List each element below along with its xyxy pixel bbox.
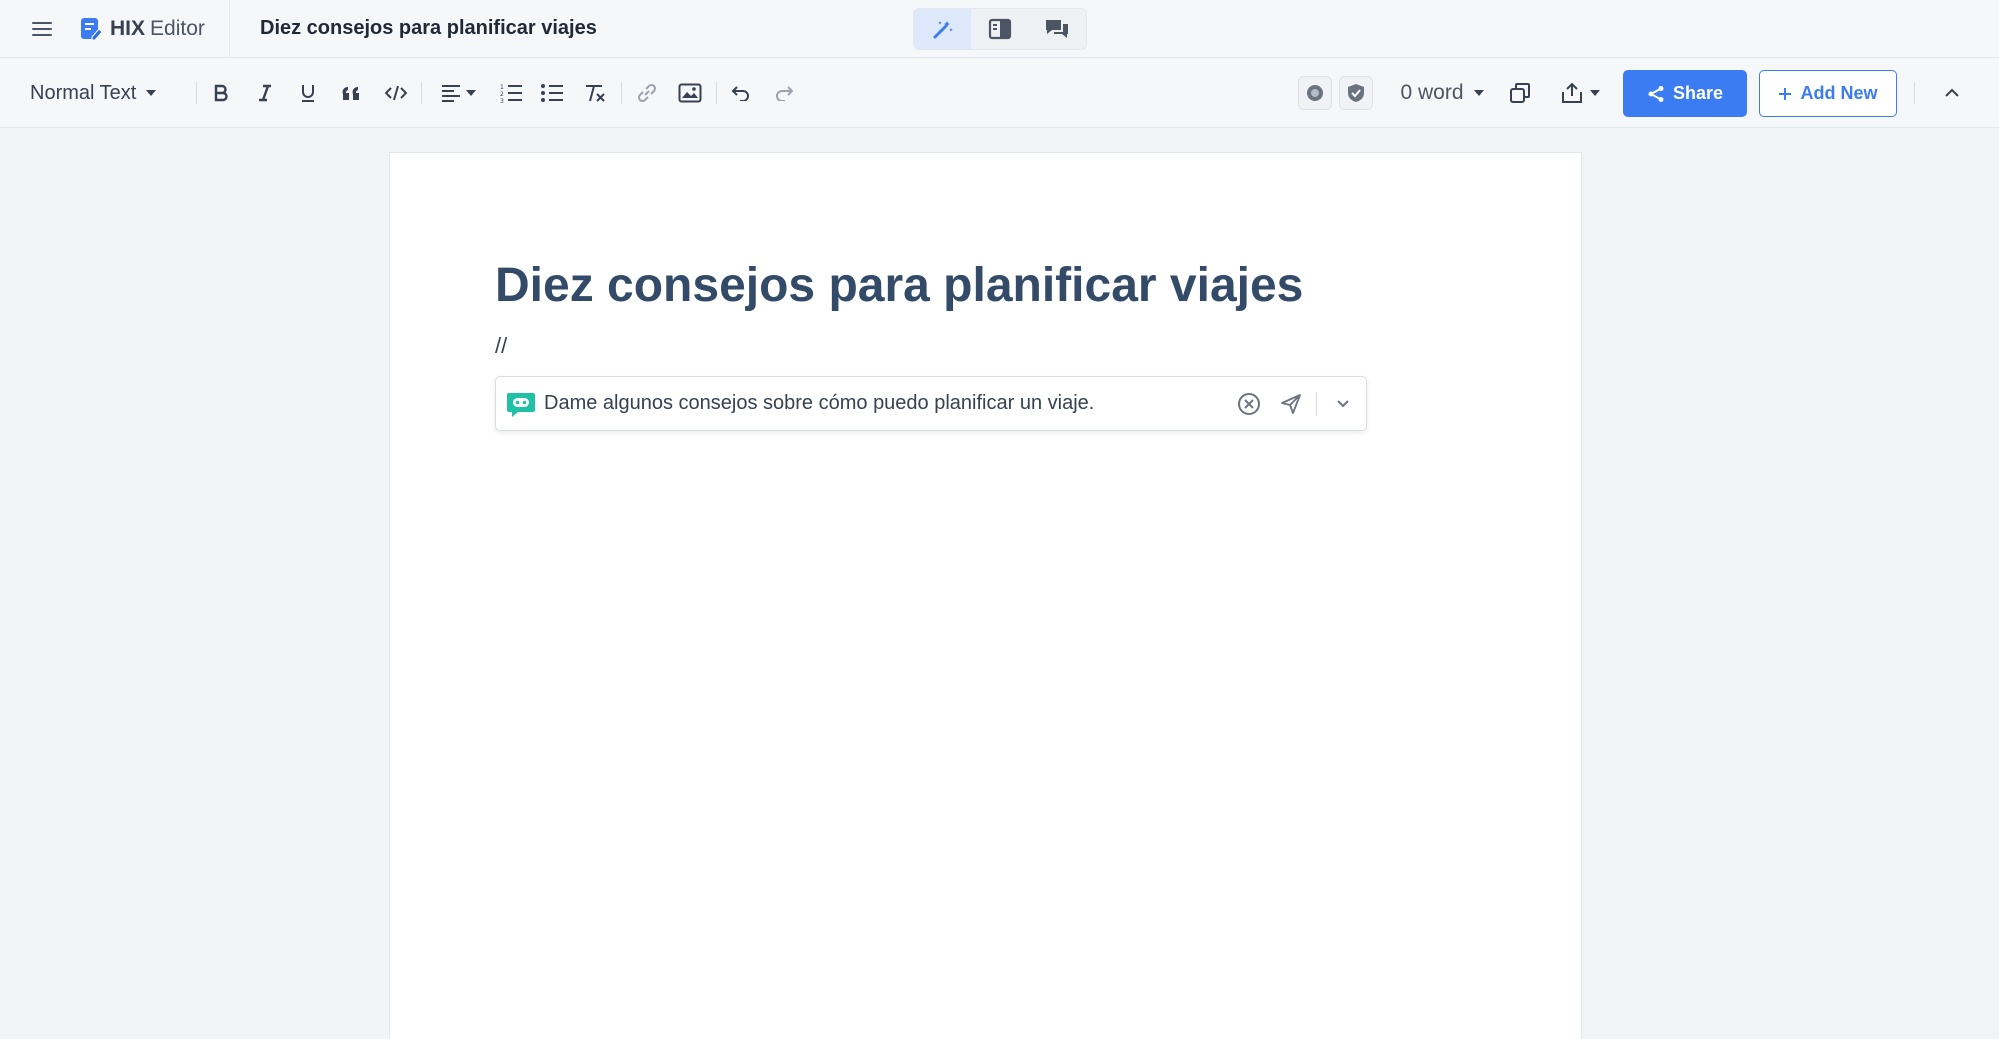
clear-format-icon[interactable] xyxy=(580,75,610,111)
brand-logo[interactable]: HIX Editor xyxy=(80,16,205,42)
separator xyxy=(716,82,717,104)
export-icon xyxy=(1561,82,1582,103)
formatting-toolbar: Normal Text 123 0 word Share Add New xyxy=(0,58,1999,128)
ai-prompt-input[interactable] xyxy=(544,392,1224,415)
code-icon[interactable] xyxy=(381,75,411,111)
svg-text:3: 3 xyxy=(500,98,504,103)
image-icon[interactable] xyxy=(675,75,705,111)
separator xyxy=(1914,82,1915,104)
export-dropdown[interactable] xyxy=(1553,75,1607,111)
split-panel-icon[interactable] xyxy=(971,9,1028,49)
share-label: Share xyxy=(1672,83,1724,103)
detector-icon[interactable] xyxy=(1298,76,1332,110)
numbered-list-icon[interactable]: 123 xyxy=(496,75,526,111)
caret-down-icon xyxy=(146,90,157,96)
hamburger-menu-icon[interactable] xyxy=(30,18,54,40)
italic-icon[interactable] xyxy=(250,75,280,111)
text-style-label: Normal Text xyxy=(30,81,137,104)
undo-icon[interactable] xyxy=(727,75,755,111)
add-new-button[interactable]: Add New xyxy=(1759,70,1897,117)
text-style-select[interactable]: Normal Text xyxy=(30,75,185,111)
copy-icon[interactable] xyxy=(1505,75,1535,111)
word-count: 0 word xyxy=(1400,81,1464,104)
separator xyxy=(421,82,422,104)
svg-text:2: 2 xyxy=(500,91,504,98)
link-icon[interactable] xyxy=(632,75,662,111)
align-dropdown[interactable] xyxy=(434,75,482,111)
quote-icon[interactable] xyxy=(336,75,368,111)
add-new-label: Add New xyxy=(1800,83,1878,103)
brand-name: HIX xyxy=(110,17,146,40)
clear-icon[interactable] xyxy=(1236,391,1262,417)
share-button[interactable]: Share xyxy=(1623,70,1747,117)
svg-text:1: 1 xyxy=(500,84,504,91)
bold-icon[interactable] xyxy=(206,75,236,111)
plus-icon xyxy=(1779,87,1792,100)
command-marker[interactable]: // xyxy=(495,333,507,359)
separator xyxy=(621,82,622,104)
divider xyxy=(229,0,230,58)
caret-down-icon xyxy=(1589,90,1600,96)
chatbot-icon xyxy=(507,393,535,417)
redo-icon[interactable] xyxy=(770,75,798,111)
bullet-list-icon[interactable] xyxy=(537,75,567,111)
top-bar: HIX Editor Diez consejos para planificar… xyxy=(0,0,1999,58)
underline-icon[interactable] xyxy=(293,75,323,111)
chevron-down-icon[interactable] xyxy=(1330,391,1356,417)
document-page[interactable]: Diez consejos para planificar viajes // xyxy=(389,152,1582,1039)
magic-wand-icon[interactable] xyxy=(914,9,972,49)
separator xyxy=(196,82,197,104)
brand-sub: Editor xyxy=(150,17,205,40)
shield-icon[interactable] xyxy=(1339,76,1373,110)
chat-icon[interactable] xyxy=(1029,9,1086,49)
document-title[interactable]: Diez consejos para planificar viajes xyxy=(260,17,597,40)
caret-down-icon xyxy=(1473,90,1484,96)
ai-prompt-box xyxy=(495,376,1367,431)
view-toggle xyxy=(913,8,1087,50)
share-icon xyxy=(1648,85,1664,102)
document-heading[interactable]: Diez consejos para planificar viajes xyxy=(495,258,1303,313)
separator xyxy=(1316,392,1317,416)
caret-down-icon xyxy=(465,90,476,96)
align-left-icon xyxy=(441,85,460,102)
editor-logo-icon xyxy=(81,18,102,41)
collapse-toolbar-icon[interactable] xyxy=(1938,75,1966,111)
send-icon[interactable] xyxy=(1278,391,1304,417)
word-count-dropdown[interactable]: 0 word xyxy=(1394,75,1490,111)
